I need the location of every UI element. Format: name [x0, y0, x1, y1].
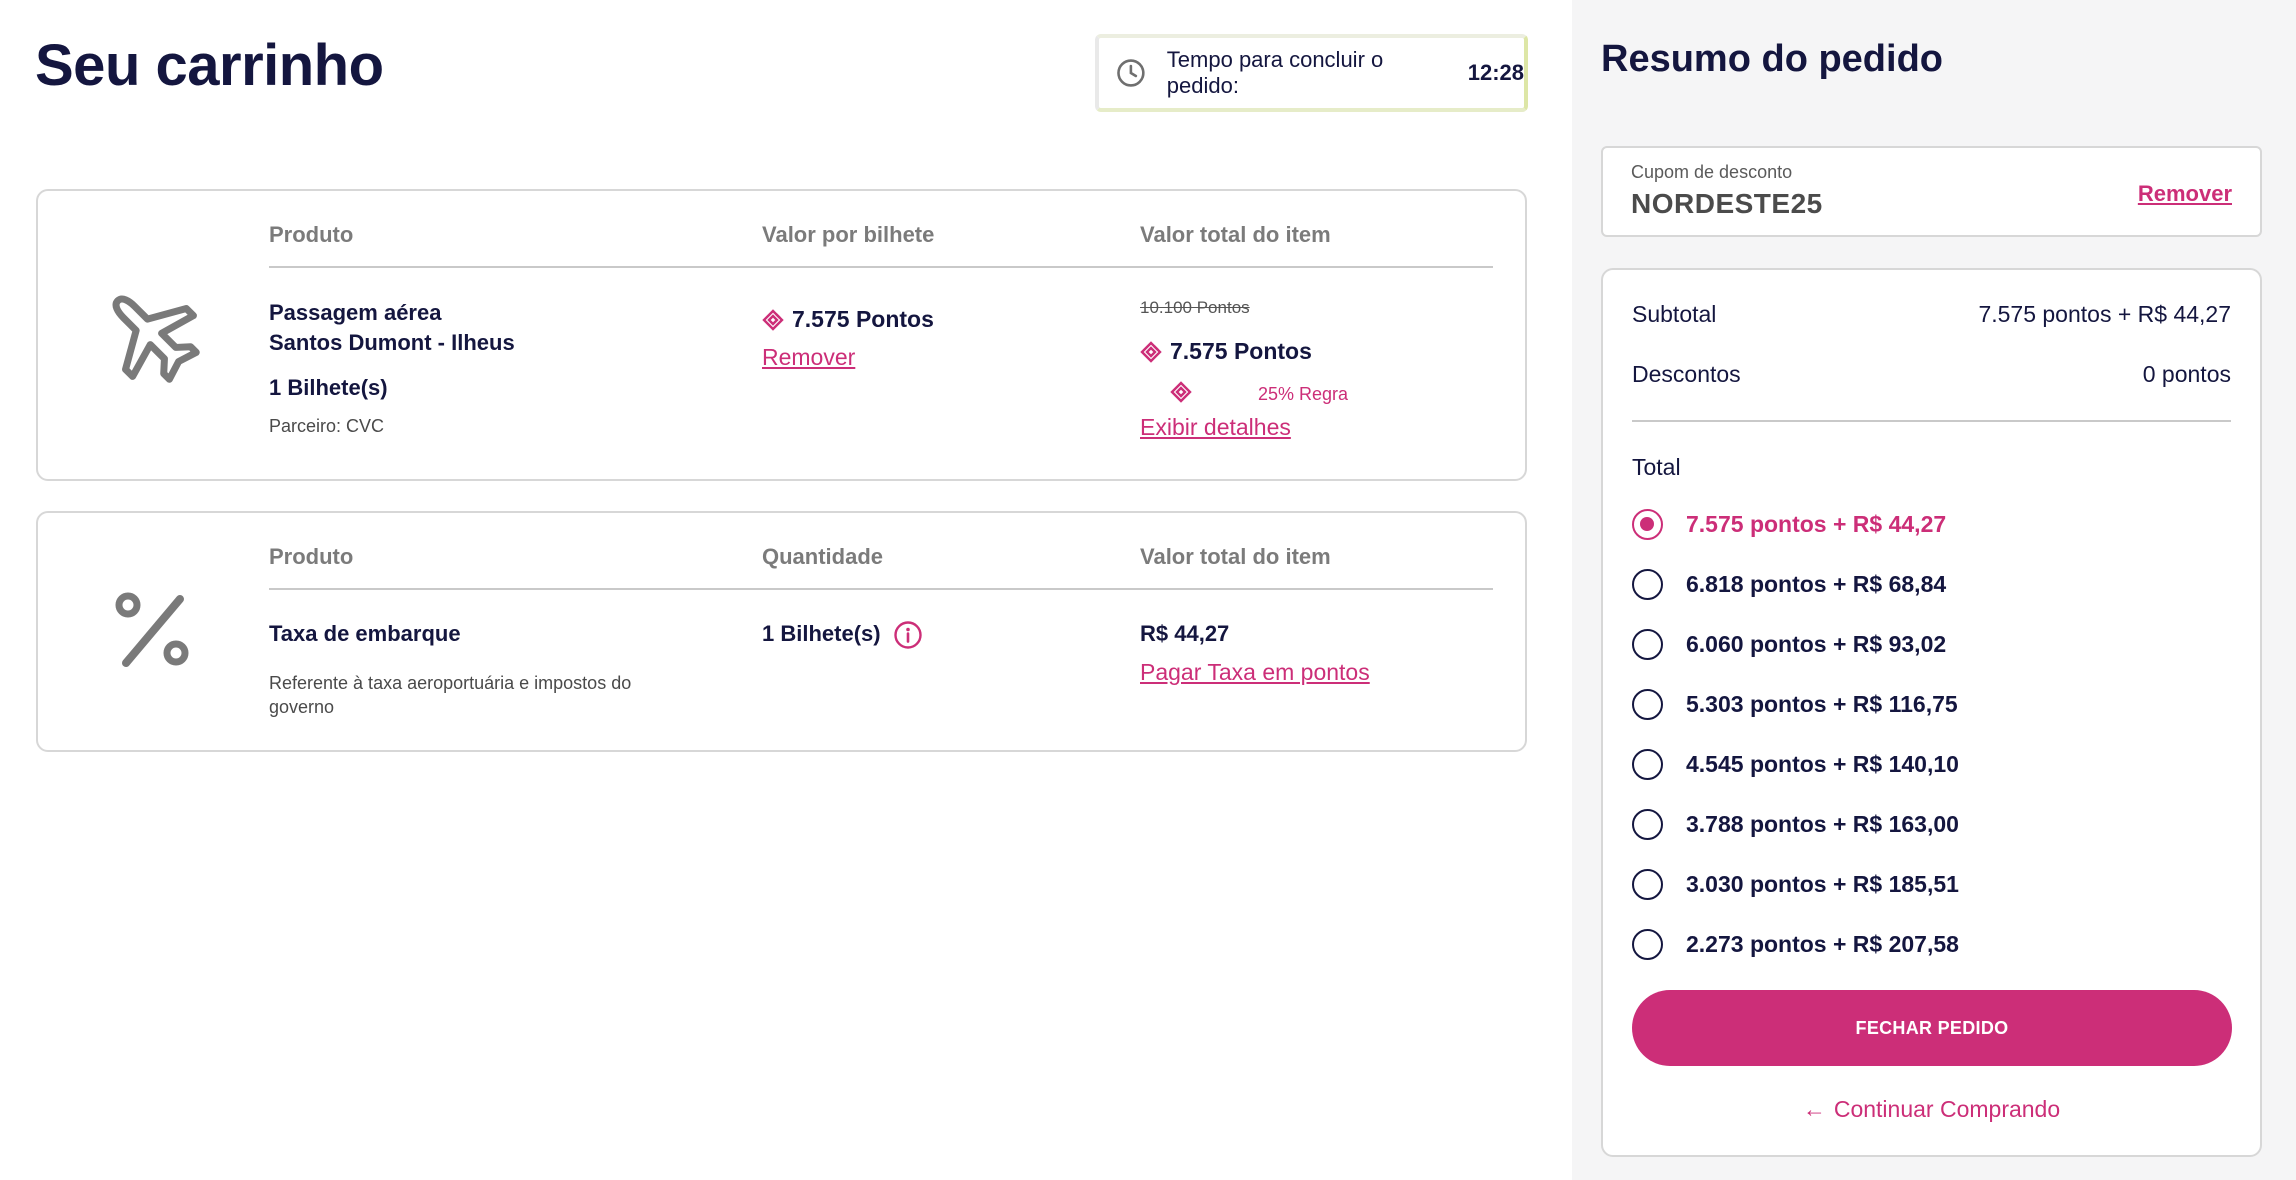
discount-label: Descontos — [1632, 361, 1741, 387]
discount-rule: 25% Regra — [1258, 384, 1349, 404]
payment-option[interactable]: 3.788 pontos + R$ 163,00 — [1632, 809, 1959, 840]
col-valor-total: Valor total do item — [1140, 222, 1331, 247]
payment-option[interactable]: 3.030 pontos + R$ 185,51 — [1632, 869, 1959, 900]
clock-icon — [1117, 59, 1145, 87]
arrow-left-icon: ← — [1802, 1096, 1826, 1122]
total-label: Total — [1632, 454, 1681, 480]
radio[interactable] — [1632, 869, 1663, 900]
discount-value: 0 pontos — [2142, 361, 2231, 387]
col-valor-total: Valor total do item — [1140, 544, 1331, 569]
remove-item-link[interactable]: Remover — [762, 344, 855, 371]
timer-label: Tempo para concluir o pedido: — [1166, 47, 1384, 98]
product-name: Passagem aérea — [269, 300, 442, 325]
product-name: Taxa de embarque — [269, 621, 461, 646]
continue-shopping-label: Continuar Comprando — [1833, 1096, 2061, 1122]
payment-option-label: 3.788 pontos + R$ 163,00 — [1686, 811, 1959, 837]
summary-title: Resumo do pedido — [1601, 38, 1943, 80]
original-total: 10.100 Pontos — [1140, 298, 1250, 317]
info-icon[interactable] — [893, 620, 923, 650]
divider — [269, 588, 1493, 590]
summary-box: Subtotal 7.575 pontos + R$ 44,27 Descont… — [1601, 268, 2262, 1157]
percent-icon — [115, 592, 189, 667]
order-summary-panel: Resumo do pedido Cupom de desconto NORDE… — [1572, 0, 2296, 1180]
radio[interactable] — [1632, 809, 1663, 840]
col-quantidade: Quantidade — [762, 544, 884, 569]
radio[interactable] — [1632, 689, 1663, 720]
points-icon — [1140, 340, 1162, 363]
cart-main: Seu carrinho Tempo para concluir o pedid… — [0, 0, 1572, 1180]
radio[interactable] — [1632, 569, 1663, 600]
cart-item-flight: Produto Valor por bilhete Valor total do… — [36, 189, 1527, 481]
payment-option[interactable]: 2.273 pontos + R$ 207,58 — [1632, 929, 1959, 960]
unit-price: 7.575 Pontos — [762, 306, 934, 333]
divider — [1632, 420, 2231, 422]
payment-option[interactable]: 6.060 pontos + R$ 93,02 — [1632, 629, 1946, 660]
payment-option[interactable]: 5.303 pontos + R$ 116,75 — [1632, 689, 1958, 720]
payment-option-label: 3.030 pontos + R$ 185,51 — [1686, 871, 1959, 897]
show-details-link[interactable]: Exibir detalhes — [1140, 414, 1291, 441]
item-total-value: 7.575 Pontos — [1170, 338, 1312, 364]
radio[interactable] — [1632, 929, 1663, 960]
payment-option-label: 7.575 pontos + R$ 44,27 — [1686, 511, 1947, 537]
product-description: Referente à taxa aeroportuária e imposto… — [269, 673, 632, 717]
checkout-button[interactable]: FECHAR PEDIDO — [1632, 990, 2232, 1066]
quantity-value: 1 Bilhete(s) — [762, 621, 881, 646]
radio[interactable] — [1632, 629, 1663, 660]
payment-option[interactable]: 7.575 pontos + R$ 44,27 — [1632, 509, 1946, 540]
payment-option[interactable]: 6.818 pontos + R$ 68,84 — [1632, 569, 1946, 600]
coupon-value: NORDESTE25 — [1631, 188, 1823, 219]
continue-shopping-link[interactable]: ← Continuar Comprando — [1603, 1096, 2260, 1123]
coupon-field[interactable]: Cupom de desconto NORDESTE25 Remover — [1601, 146, 2262, 237]
subtotal-label: Subtotal — [1632, 301, 1717, 327]
subtotal-value: 7.575 pontos + R$ 44,27 — [1978, 301, 2231, 327]
payment-option[interactable]: 4.545 pontos + R$ 140,10 — [1632, 749, 1959, 780]
divider — [269, 266, 1493, 268]
tax-total: R$ 44,27 — [1140, 621, 1230, 646]
coupon-remove-link[interactable]: Remover — [2138, 181, 2232, 207]
payment-option-label: 2.273 pontos + R$ 207,58 — [1686, 931, 1959, 957]
pay-tax-points-link[interactable]: Pagar Taxa em pontos — [1140, 659, 1370, 686]
payment-option-label: 6.818 pontos + R$ 68,84 — [1686, 571, 1947, 597]
product-route: Santos Dumont - Ilheus — [269, 330, 515, 355]
cart-item-boarding-tax: Produto Quantidade Valor total do item T… — [36, 511, 1527, 752]
payment-option-label: 4.545 pontos + R$ 140,10 — [1686, 751, 1959, 777]
airplane-icon — [112, 295, 200, 383]
page-title: Seu carrinho — [35, 33, 384, 98]
radio[interactable] — [1632, 749, 1663, 780]
subtotal-row: Subtotal 7.575 pontos + R$ 44,27 — [1632, 301, 2231, 328]
item-total: 7.575 Pontos — [1140, 338, 1312, 365]
ticket-count: 1 Bilhete(s) — [269, 375, 388, 400]
order-timer: Tempo para concluir o pedido: 12:28 — [1095, 34, 1528, 112]
partner-label: Parceiro: CVC — [269, 416, 385, 436]
payment-option-label: 5.303 pontos + R$ 116,75 — [1686, 691, 1958, 717]
col-produto: Produto — [269, 544, 354, 569]
col-produto: Produto — [269, 222, 354, 247]
coupon-label: Cupom de desconto — [1631, 162, 1793, 182]
unit-price-value: 7.575 Pontos — [792, 306, 934, 332]
discount-row: Descontos 0 pontos — [1632, 361, 2231, 388]
col-valor-bilhete: Valor por bilhete — [762, 222, 935, 247]
discount-rule-icon — [1170, 381, 1192, 403]
timer-value: 12:28 — [1467, 60, 1524, 85]
radio-selected[interactable] — [1632, 509, 1663, 540]
payment-option-label: 6.060 pontos + R$ 93,02 — [1686, 631, 1947, 657]
points-icon — [762, 308, 784, 331]
